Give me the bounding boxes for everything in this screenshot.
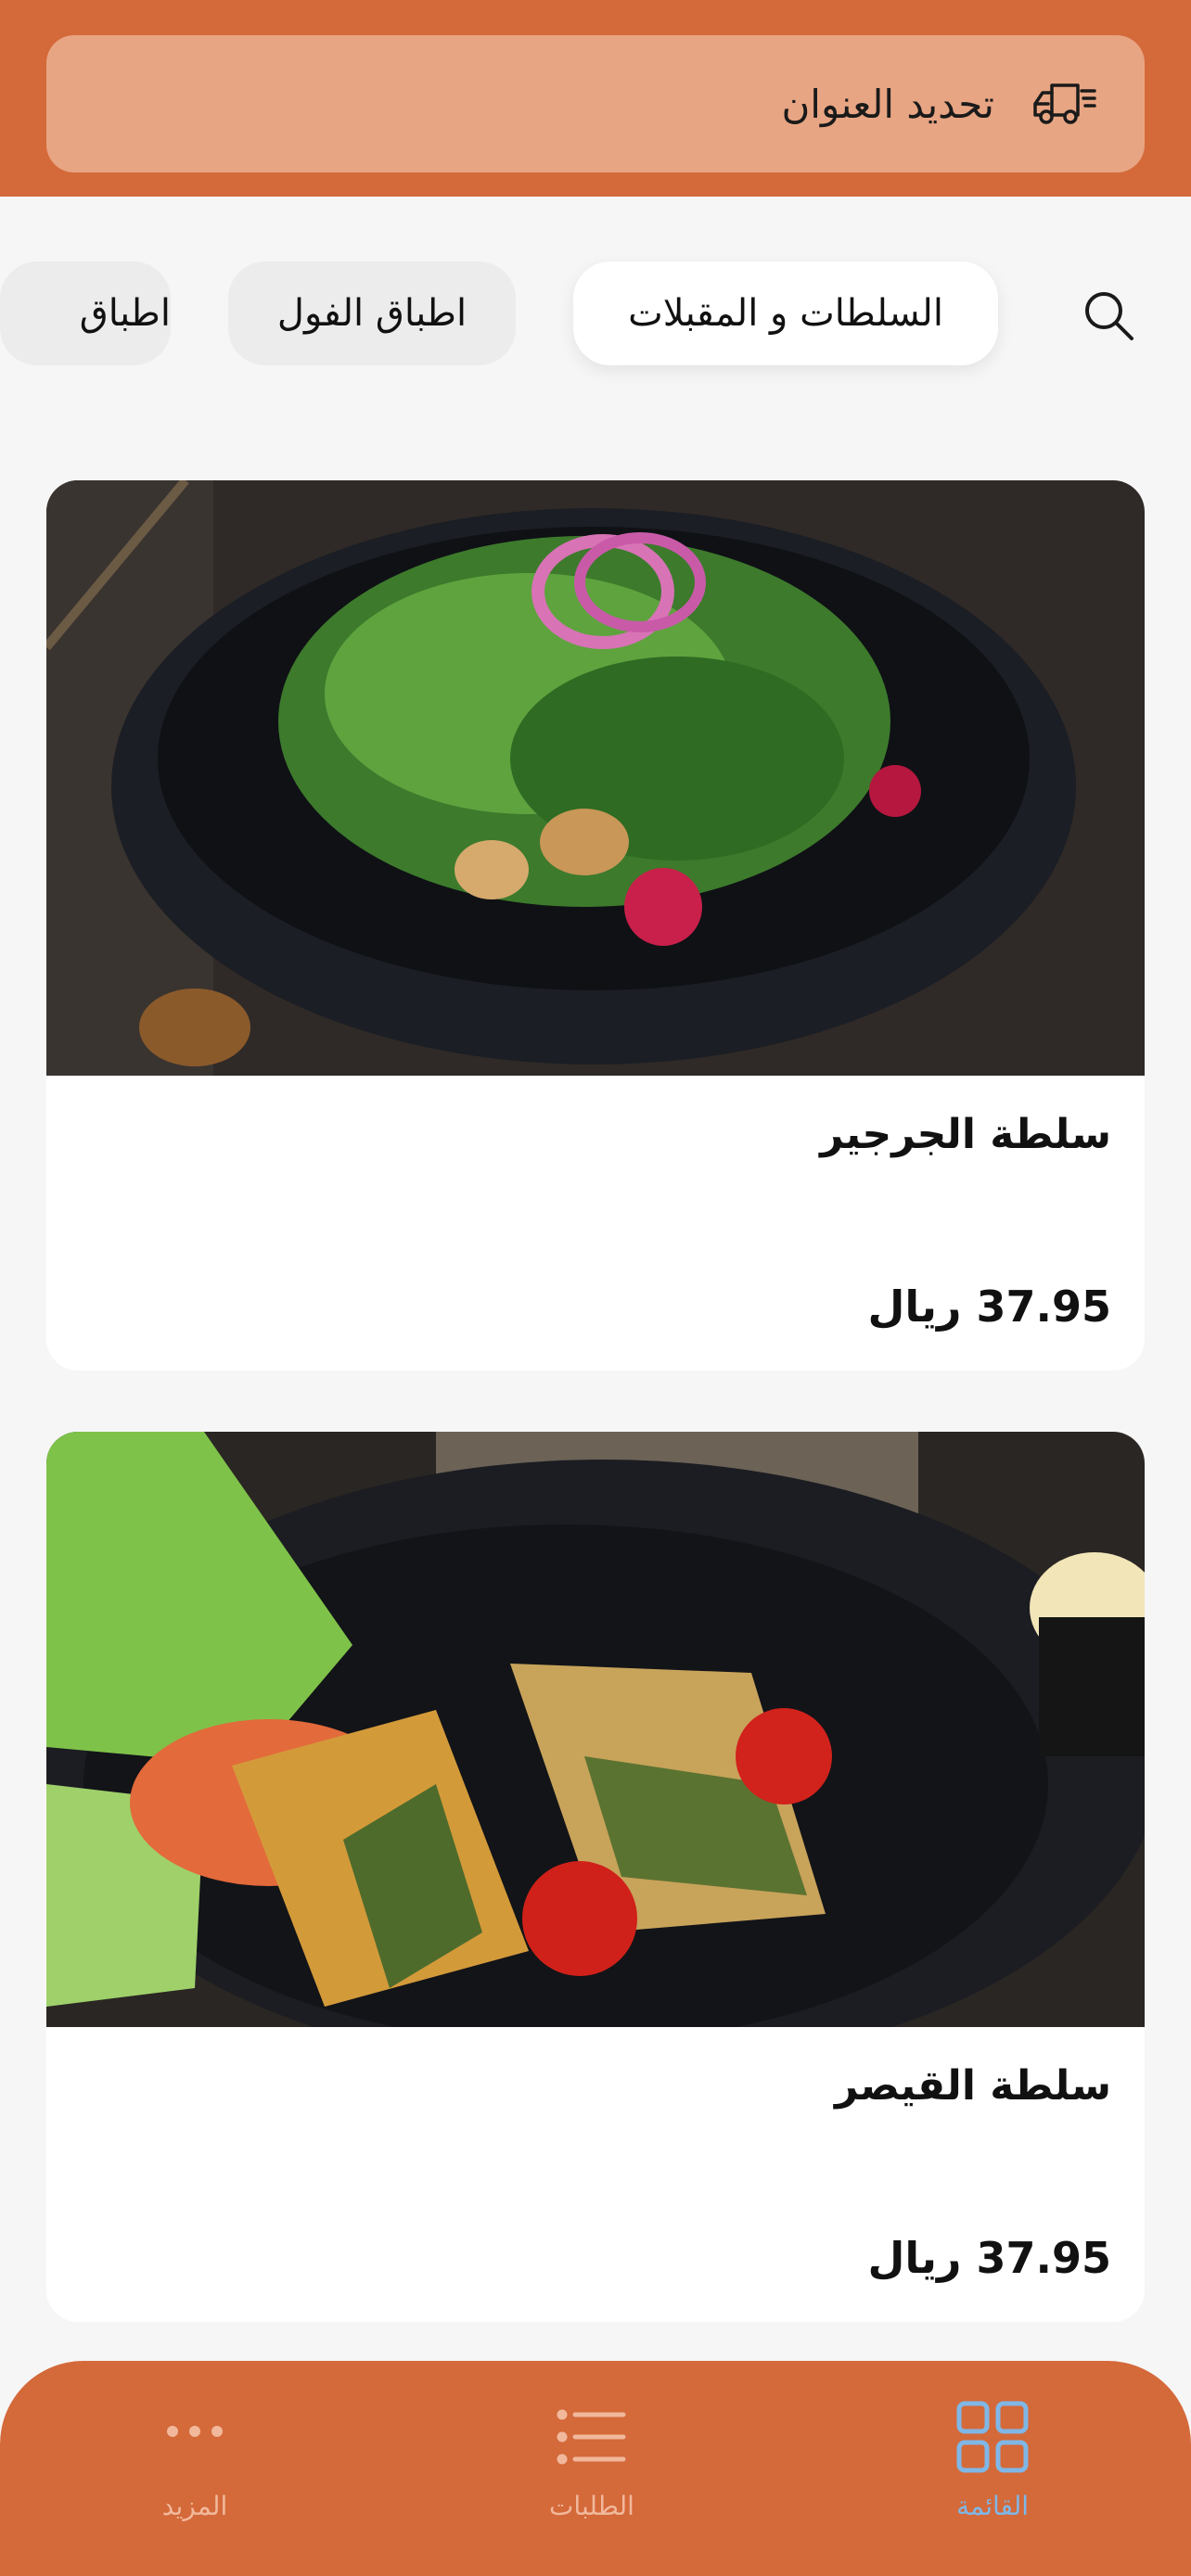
category-tab-dishes[interactable]: اطباق: [0, 261, 171, 365]
category-tab-label: اطباق: [79, 292, 171, 335]
list-icon: [553, 2398, 631, 2476]
nav-label: الطلبات: [549, 2491, 634, 2521]
product-card[interactable]: سلطة القيصر 37.95 ريال: [46, 1432, 1145, 2322]
product-card[interactable]: سلطة الجرجير 37.95 ريال: [46, 480, 1145, 1371]
product-price: 37.95 ريال: [867, 1282, 1111, 1332]
delivery-truck-icon: [1031, 78, 1098, 130]
grid-icon: [954, 2398, 1031, 2476]
category-tab-label: السلطات و المقبلات: [628, 292, 943, 335]
address-label: تحديد العنوان: [781, 81, 994, 127]
address-selector[interactable]: تحديد العنوان: [46, 35, 1145, 172]
product-name: سلطة القيصر: [834, 2062, 1111, 2110]
nav-item-menu[interactable]: القائمة: [872, 2398, 1113, 2546]
product-image: [46, 1432, 1145, 2027]
nav-label: المزيد: [161, 2491, 228, 2521]
nav-label: القائمة: [956, 2491, 1029, 2521]
category-tab-salads[interactable]: السلطات و المقبلات: [573, 261, 998, 365]
search-icon[interactable]: [1076, 283, 1143, 350]
bottom-navigation: القائمة الطلبات المزيد: [0, 2361, 1191, 2576]
category-tab-fava[interactable]: اطباق الفول: [228, 261, 516, 365]
more-dots-icon: [156, 2398, 234, 2476]
header: تحديد العنوان: [0, 0, 1191, 197]
product-price: 37.95 ريال: [867, 2233, 1111, 2283]
category-bar: السلطات و المقبلات اطباق الفول اطباق: [0, 250, 1191, 371]
product-image: [46, 480, 1145, 1076]
category-tab-label: اطباق الفول: [276, 292, 467, 335]
product-name: سلطة الجرجير: [820, 1111, 1111, 1158]
nav-item-orders[interactable]: الطلبات: [471, 2398, 712, 2546]
nav-item-more[interactable]: المزيد: [74, 2398, 315, 2546]
